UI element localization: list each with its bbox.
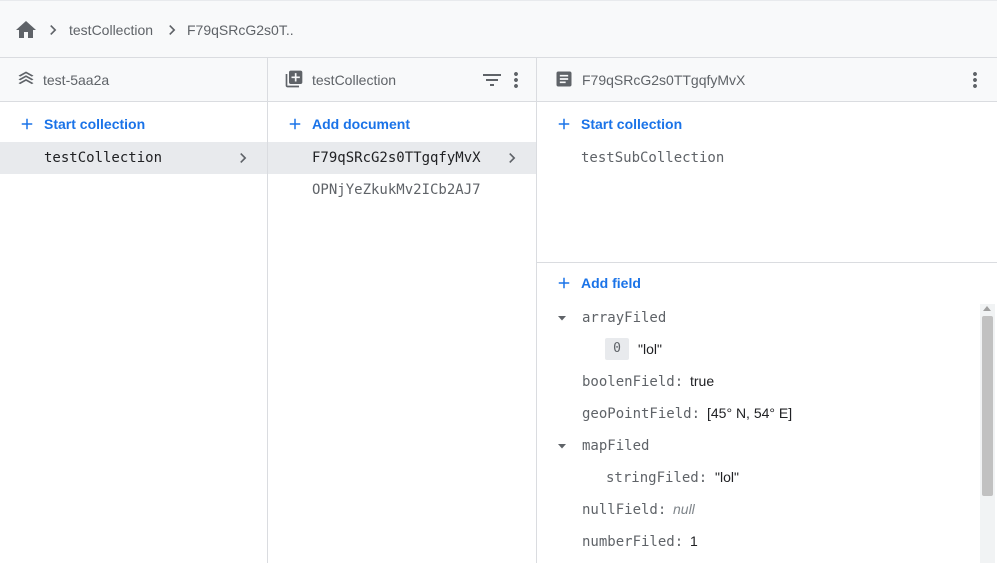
document-column: F79qSRcG2s0TTgqfyMvX Start collection te… [537,58,997,563]
start-collection-label: Start collection [44,116,146,132]
document-id: OPNjYeZkukMv2ICb2AJ7 [312,182,481,198]
field-row[interactable]: numberFiled: 1 [537,530,977,554]
document-title: F79qSRcG2s0TTgqfyMvX [582,72,746,88]
chevron-right-icon [509,153,516,163]
field-key: mapFiled [582,438,650,454]
collection-column-header: testCollection [268,58,536,102]
field-value: "lol" [638,341,662,357]
collection-title: testCollection [312,72,397,88]
caret-down-icon[interactable] [556,440,568,452]
field-value: [45° N, 54° E] [707,405,793,421]
start-subcollection-label: Start collection [581,116,683,132]
document-column-header: F79qSRcG2s0TTgqfyMvX [537,58,997,102]
add-document-button[interactable]: Add document [286,112,410,136]
more-vert-icon[interactable] [504,68,528,92]
breadcrumb: testCollection F79qSRcG2s0T.. [0,0,997,58]
filter-icon[interactable] [480,68,504,92]
list-item-subcollection[interactable]: testSubCollection [537,142,997,174]
breadcrumb-item-document[interactable]: F79qSRcG2s0T.. [187,22,294,38]
field-value: "lol" [715,469,739,485]
list-item-collection[interactable]: testCollection [0,142,267,174]
project-column: test-5aa2a Start collection testCollecti… [0,58,268,563]
field-key: geoPointField: [582,406,701,422]
project-column-header: test-5aa2a [0,58,267,102]
field-key: numberFiled: [582,534,684,550]
subcollection-name: testSubCollection [581,150,725,166]
start-collection-button[interactable]: Start collection [18,112,145,136]
field-key: nullField: [582,502,667,518]
chevron-right-icon [240,153,247,163]
field-row[interactable]: mapFiled [537,434,977,458]
map-child-row[interactable]: stringFiled: "lol" [537,466,977,490]
field-list-scrollbar[interactable] [980,304,995,563]
scroll-thumb[interactable] [982,316,993,496]
field-value: true [690,373,715,389]
document-id: F79qSRcG2s0TTgqfyMvX [312,150,481,166]
start-subcollection-button[interactable]: Start collection [555,112,682,136]
add-icon [21,118,33,130]
chevron-right-icon [50,25,57,35]
field-key: boolenField: [582,374,684,390]
more-vert-icon[interactable] [963,68,987,92]
breadcrumb-item-collection[interactable]: testCollection [69,22,153,38]
collection-name: testCollection [44,150,163,166]
chevron-right-icon [169,25,176,35]
field-row[interactable]: boolenField: true [537,370,977,394]
field-key: arrayFiled [582,310,667,326]
project-title: test-5aa2a [43,72,110,88]
array-item-row[interactable]: 0 "lol" [537,338,977,362]
array-index: 0 [605,338,629,360]
caret-down-icon[interactable] [556,312,568,324]
firebase-stack-icon [18,71,34,85]
scroll-up-arrow[interactable] [983,306,991,311]
field-row[interactable]: geoPointField: [45° N, 54° E] [537,402,977,426]
collection-column: testCollection Add document F79qSRcG2s0T… [268,58,537,563]
home-icon[interactable] [14,18,38,42]
collection-icon [285,70,303,88]
add-document-label: Add document [312,116,410,132]
field-list: arrayFiled 0 "lol" boolenField: true geo… [537,264,997,563]
field-row[interactable]: arrayFiled [537,306,977,330]
list-item-document[interactable]: OPNjYeZkukMv2ICb2AJ7 [268,174,536,206]
add-icon [558,118,570,130]
field-row[interactable]: nullField: null [537,498,977,522]
document-icon [556,71,572,87]
section-divider [537,262,997,263]
add-icon [289,118,301,130]
list-item-document[interactable]: F79qSRcG2s0TTgqfyMvX [268,142,536,174]
field-key: stringFiled: [606,470,708,486]
field-value: null [673,501,695,517]
field-value: 1 [690,533,698,549]
